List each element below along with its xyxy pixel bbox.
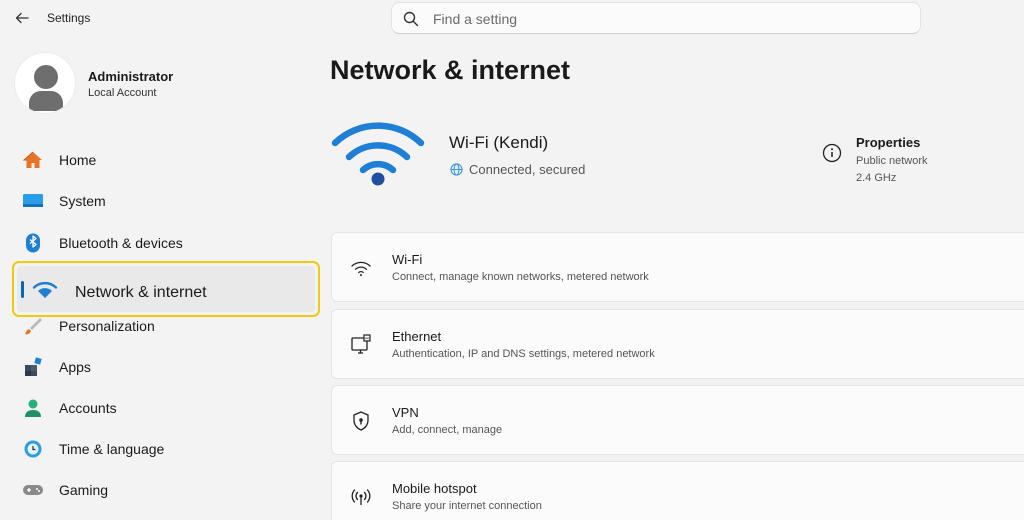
search-icon [403,11,419,27]
sidebar-item-label: Home [59,152,97,168]
back-button[interactable] [12,8,32,28]
wifi-large-icon [331,122,425,186]
card-mobile-hotspot[interactable]: Mobile hotspot Share your internet conne… [331,461,1024,520]
page-title: Network & internet [330,55,571,85]
system-icon [22,191,44,211]
clock-icon [22,439,44,459]
properties-title: Properties [856,135,921,150]
card-title: Mobile hotspot [392,481,477,496]
network-type: Public network [856,155,928,167]
globe-icon [450,163,463,176]
network-band: 2.4 GHz [856,172,897,184]
card-subtitle: Authentication, IP and DNS settings, met… [392,348,655,360]
title-bar: Settings [0,0,330,36]
hotspot-icon [351,489,371,505]
sidebar-item-label: System [59,193,106,209]
user-profile[interactable]: Administrator Local Account [14,52,314,116]
card-subtitle: Share your internet connection [392,500,542,512]
vpn-shield-icon [353,411,369,431]
wifi-icon [32,280,58,300]
back-arrow-icon [15,12,29,24]
card-title: Wi-Fi [392,252,423,267]
sidebar-item-bluetooth[interactable]: Bluetooth & devices [14,225,314,261]
gamepad-icon [22,480,44,500]
card-ethernet[interactable]: Ethernet Authentication, IP and DNS sett… [331,309,1024,379]
sidebar-item-label: Network & internet [75,284,207,301]
selection-indicator [21,281,24,298]
connection-name: Wi-Fi (Kendi) [449,133,549,152]
card-subtitle: Connect, manage known networks, metered … [392,271,649,283]
info-icon [822,143,842,163]
profile-name: Administrator [88,69,174,84]
window-title: Settings [47,11,91,25]
sidebar-item-label: Apps [59,359,91,375]
card-title: Ethernet [392,329,442,344]
accounts-icon [22,398,44,418]
sidebar-item-home[interactable]: Home [14,142,314,178]
apps-icon [22,357,44,377]
card-vpn[interactable]: VPN Add, connect, manage [331,385,1024,455]
card-subtitle: Add, connect, manage [392,424,503,436]
sidebar-item-system[interactable]: System [14,183,314,219]
connection-status-text: Connected, secured [469,162,586,177]
sidebar-item-label: Accounts [59,400,117,416]
bluetooth-icon [22,233,44,253]
card-wifi[interactable]: Wi-Fi Connect, manage known networks, me… [331,232,1024,302]
sidebar-item-apps[interactable]: Apps [14,349,314,385]
profile-account-type: Local Account [88,87,157,99]
wifi-icon [351,261,371,276]
sidebar-item-gaming[interactable]: Gaming [14,472,314,508]
home-icon [22,150,44,170]
card-title: VPN [392,405,419,420]
sidebar-item-accounts[interactable]: Accounts [14,390,314,426]
sidebar-item-label: Bluetooth & devices [59,235,183,251]
sidebar-item-time-language[interactable]: Time & language [14,431,314,467]
sidebar-item-label: Gaming [59,482,109,498]
search-input[interactable] [433,8,903,30]
sidebar-item-label: Personalization [59,318,155,334]
sidebar-item-label: Time & language [59,441,165,457]
connection-status: Connected, secured [450,162,585,177]
search-box[interactable] [391,2,921,34]
sidebar-item-personalization[interactable]: Personalization [14,308,314,344]
properties-link[interactable]: Properties Public network 2.4 GHz [820,133,1020,193]
ethernet-icon [351,334,371,354]
brush-icon [22,316,44,336]
avatar [14,52,76,114]
